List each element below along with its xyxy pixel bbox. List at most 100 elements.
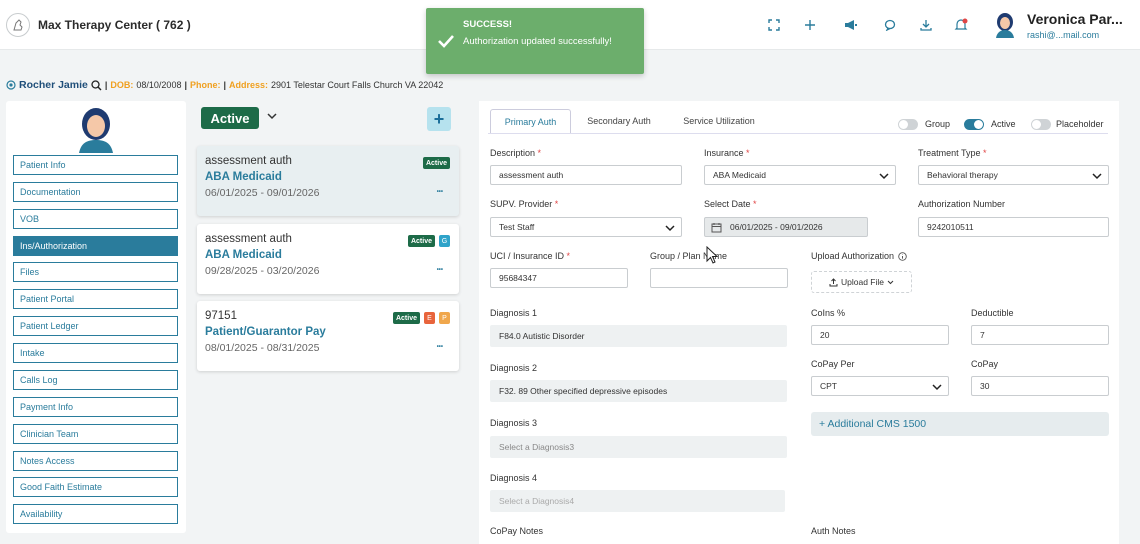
chat-icon[interactable] [882, 17, 898, 33]
active-toggle[interactable] [964, 119, 984, 130]
success-toast[interactable]: SUCCESS! Authorization updated successfu… [426, 8, 644, 74]
upload-auth-label: Upload Authorization [811, 251, 907, 261]
description-input[interactable]: assessment auth [490, 165, 682, 185]
auth-card[interactable]: 97151 Patient/Guarantor Pay 08/01/2025 - 0… [197, 301, 459, 371]
sidebar-item-ins-authorization[interactable]: Ins/Authorization [13, 236, 178, 256]
sidebar-item-documentation[interactable]: Documentation [13, 182, 178, 202]
sidebar-item-files[interactable]: Files [13, 262, 178, 282]
auth-card-dates: 09/28/2025 - 03/20/2026 [205, 265, 320, 277]
plus-icon[interactable] [802, 17, 818, 33]
insurance-select[interactable]: ABA Medicaid [704, 165, 896, 185]
treatment-type-label: Treatment Type * [918, 148, 987, 158]
search-icon[interactable] [91, 79, 102, 91]
treatment-type-select[interactable]: Behavioral therapy [918, 165, 1109, 185]
description-label: Description * [490, 148, 542, 158]
sidebar-item-vob[interactable]: VOB [13, 209, 178, 229]
upload-icon [829, 277, 838, 286]
separator: | [184, 80, 187, 90]
diagnosis-2-select[interactable]: F32. 89 Other specified depressive episo… [490, 380, 787, 402]
more-options-icon[interactable]: ••• [437, 344, 443, 350]
sidebar-item-clinician-team[interactable]: Clinician Team [13, 424, 178, 444]
auth-number-input[interactable]: 9242010511 [918, 217, 1109, 237]
chevron-down-icon [1092, 173, 1102, 180]
tab-divider [488, 133, 1108, 134]
auth-type-badge: G [439, 235, 450, 247]
chevron-down-icon [665, 225, 675, 232]
address-label: Address: [229, 80, 269, 90]
uci-input[interactable]: 95684347 [490, 268, 628, 288]
sidebar-item-good-faith-estimate[interactable]: Good Faith Estimate [13, 477, 178, 497]
sidebar-item-calls-log[interactable]: Calls Log [13, 370, 178, 390]
dob-value: 08/10/2008 [136, 80, 182, 90]
sidebar-item-patient-ledger[interactable]: Patient Ledger [13, 316, 178, 336]
diagnosis-1-select[interactable]: F84.0 Autistic Disorder [490, 325, 787, 347]
tab-service-utilization[interactable]: Service Utilization [667, 109, 771, 133]
phone-label: Phone: [189, 80, 221, 90]
auth-card[interactable]: assessment auth ABA Medicaid 09/28/2025 - … [197, 224, 459, 294]
auth-card-insurance: ABA Medicaid [205, 249, 282, 261]
fullscreen-icon[interactable] [766, 17, 782, 33]
copay-notes-label: CoPay Notes [490, 526, 544, 536]
address-value: 2901 Telestar Court Falls Church VA 2204… [271, 80, 444, 90]
more-options-icon[interactable]: ••• [437, 267, 443, 273]
auth-form-panel: Primary Auth Secondary Auth Service Util… [479, 101, 1119, 544]
target-icon [6, 80, 16, 90]
patient-avatar [76, 107, 116, 153]
download-icon[interactable] [918, 17, 934, 33]
calendar-icon [711, 222, 722, 232]
placeholder-toggle[interactable] [1031, 119, 1051, 130]
supv-provider-label: SUPV. Provider * [490, 199, 559, 209]
patient-sidebar: Patient Info Documentation VOB Ins/Authoriz… [6, 101, 186, 533]
auth-card[interactable]: assessment auth ABA Medicaid 06/01/2025 - … [197, 146, 459, 216]
group-toggle[interactable] [898, 119, 918, 130]
diagnosis-4-label: Diagnosis 4 [490, 473, 538, 483]
deductible-input[interactable]: 7 [971, 325, 1109, 345]
group-plan-input[interactable] [650, 268, 788, 288]
auth-card-title: assessment auth [205, 233, 292, 245]
sidebar-item-payment-info[interactable]: Payment Info [13, 397, 178, 417]
user-name[interactable]: Veronica Par... [1027, 11, 1123, 27]
uci-label: UCI / Insurance ID * [490, 251, 571, 261]
info-icon[interactable] [898, 251, 907, 261]
copay-input[interactable]: 30 [971, 376, 1109, 396]
checkmark-icon [438, 35, 454, 48]
chevron-down-icon[interactable] [266, 110, 278, 122]
insurance-label: Insurance * [704, 148, 750, 158]
separator: | [223, 80, 227, 90]
more-options-icon[interactable]: ••• [437, 189, 443, 195]
sidebar-item-intake[interactable]: Intake [13, 343, 178, 363]
status-badge: Active [392, 312, 420, 324]
app-title: Max Therapy Center ( 762 ) [38, 18, 191, 32]
megaphone-icon[interactable] [843, 17, 859, 33]
tab-primary-auth[interactable]: Primary Auth [490, 109, 571, 133]
user-avatar[interactable] [994, 12, 1016, 38]
auth-type-badge: P [439, 312, 450, 324]
auth-card-insurance: ABA Medicaid [205, 171, 282, 183]
sidebar-item-notes-access[interactable]: Notes Access [13, 451, 178, 471]
add-auth-button[interactable]: + [427, 107, 451, 131]
user-email: rashi@...mail.com [1027, 30, 1100, 40]
auth-card-title: assessment auth [205, 155, 292, 167]
patient-name: Rocher Jamie [19, 79, 88, 91]
diagnosis-3-select[interactable]: Select a Diagnosis3 [490, 436, 787, 458]
tab-secondary-auth[interactable]: Secondary Auth [575, 109, 663, 133]
sidebar-item-patient-portal[interactable]: Patient Portal [13, 289, 178, 309]
toast-message: Authorization updated successfully! [463, 36, 612, 47]
coins-input[interactable]: 20 [811, 325, 949, 345]
sidebar-item-patient-info[interactable]: Patient Info [13, 155, 178, 175]
supv-provider-select[interactable]: Test Staff [490, 217, 682, 237]
additional-cms-button[interactable]: + Additional CMS 1500 [811, 412, 1109, 436]
copay-per-select[interactable]: CPT [811, 376, 949, 396]
app-logo-icon[interactable] [6, 13, 30, 37]
upload-file-button[interactable]: Upload File [811, 271, 912, 293]
chevron-down-icon [887, 280, 894, 284]
sidebar-item-availability[interactable]: Availability [13, 504, 178, 524]
auth-card-insurance: Patient/Guarantor Pay [205, 326, 326, 338]
status-filter-button[interactable]: Active [201, 107, 259, 129]
auth-card-dates: 08/01/2025 - 08/31/2025 [205, 342, 320, 354]
date-range-input[interactable]: 06/01/2025 - 09/01/2026 [704, 217, 868, 237]
mouse-cursor-icon [706, 246, 718, 264]
auth-card-dates: 06/01/2025 - 09/01/2026 [205, 187, 320, 199]
diagnosis-4-select[interactable]: Select a Diagnosis4 [490, 490, 785, 512]
bell-icon[interactable] [953, 17, 969, 33]
